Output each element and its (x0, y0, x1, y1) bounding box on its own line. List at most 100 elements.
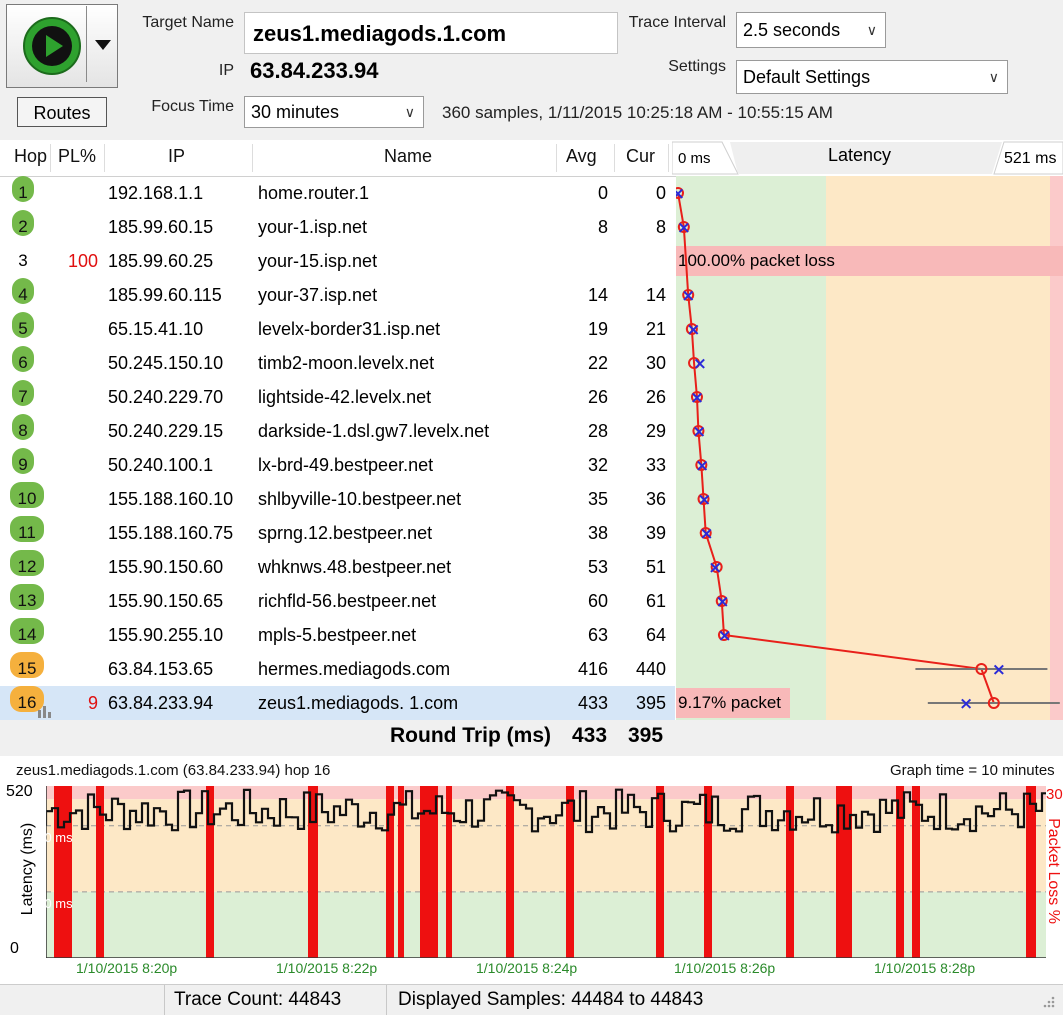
packet-loss-spike (1026, 786, 1036, 958)
table-row[interactable]: 10 155.188.160.10 shlbyville-10.bestpeer.n… (0, 482, 675, 516)
settings-select[interactable]: Default Settings ∨ (736, 60, 1008, 94)
header-ip[interactable]: IP (168, 140, 185, 176)
ip-cell: 185.99.60.25 (108, 251, 214, 271)
avg-cell: 38 (587, 523, 608, 543)
x-axis-tick-label: 1/10/2015 8:22p (276, 960, 378, 976)
settings-label: Settings (668, 58, 726, 75)
focus-time-select[interactable]: 30 minutes ∨ (244, 96, 424, 128)
history-graph-title: zeus1.mediagods.1.com (63.84.233.94) hop… (16, 762, 331, 779)
cur-latency-marker[interactable]: × (699, 524, 713, 544)
ip-cell: 155.188.160.10 (108, 489, 234, 509)
cur-cell: 21 (645, 319, 666, 339)
graph-time-label[interactable]: Graph time = 10 minutes (890, 762, 1055, 779)
trace-count: Trace Count: 44843 (174, 989, 342, 1010)
avg-cell: 53 (587, 557, 608, 577)
cur-latency-marker[interactable]: × (715, 592, 729, 612)
cur-latency-marker[interactable]: × (959, 694, 973, 714)
hop-badge: 8 (12, 414, 34, 440)
cur-latency-marker[interactable]: × (690, 388, 704, 408)
trace-interval-select[interactable]: 2.5 seconds ∨ (736, 12, 886, 48)
packet-loss-spike (386, 786, 394, 958)
avg-cell: 28 (587, 421, 608, 441)
x-axis-tick-label: 1/10/2015 8:20p (76, 960, 178, 976)
header-hop[interactable]: Hop (14, 140, 47, 176)
table-row[interactable]: 16 9 63.84.233.94 zeus1.mediagods. 1.com 433… (0, 686, 675, 720)
cur-cell: 8 (655, 217, 666, 237)
packet-loss-cell: 9 (87, 693, 98, 713)
hostname-cell: richfld-56.bestpeer.net (258, 591, 437, 611)
header-name[interactable]: Name (384, 140, 432, 176)
hostname-cell: lightside-42.levelx.net (258, 387, 432, 407)
history-chart (46, 786, 1046, 958)
gridline-200-label: 200 ms (30, 896, 73, 911)
table-row[interactable]: 14 155.90.255.10 mpls-5.bestpeer.net 63 64 (0, 618, 675, 652)
target-name-field[interactable]: zeus1.mediagods.1.com (244, 12, 618, 54)
y-axis-bottom-tick: 0 (10, 940, 19, 957)
cur-cell: 61 (645, 591, 666, 611)
ip-cell: 63.84.233.94 (108, 693, 214, 713)
avg-cell: 60 (587, 591, 608, 611)
table-row[interactable]: 9 50.240.100.1 lx-brd-49.bestpeer.net 32 33 (0, 448, 675, 482)
hop-badge: 4 (12, 278, 34, 304)
header-cur[interactable]: Cur (626, 140, 655, 176)
ip-cell: 185.99.60.115 (108, 285, 222, 305)
table-row[interactable]: 8 50.240.229.15 darkside-1.dsl.gw7.levelx.… (0, 414, 675, 448)
ip-cell: 50.245.150.10 (108, 353, 224, 373)
cur-latency-marker[interactable]: × (692, 422, 706, 442)
header-separator (252, 144, 253, 172)
packet-loss-cell: 100 (67, 251, 98, 271)
table-row[interactable]: 13 155.90.150.65 richfld-56.bestpeer.net 60… (0, 584, 675, 618)
packet-loss-spike (54, 786, 72, 958)
table-row[interactable]: 7 50.240.229.70 lightside-42.levelx.net 26 2… (0, 380, 675, 414)
samples-info: 360 samples, 1/11/2015 10:25:18 AM - 10:… (442, 103, 833, 122)
cur-latency-marker[interactable]: × (708, 558, 722, 578)
ip-cell: 155.90.150.65 (108, 591, 224, 611)
resize-grip-icon[interactable] (1040, 993, 1056, 1009)
play-dropdown-chevron-icon[interactable] (92, 38, 114, 58)
header-avg[interactable]: Avg (566, 140, 597, 176)
round-trip-bar: Round Trip (ms) 433 395 (0, 720, 1063, 756)
avg-cell: 35 (587, 489, 608, 509)
cur-latency-marker[interactable]: × (992, 660, 1006, 680)
cur-latency-marker[interactable]: × (695, 456, 709, 476)
cur-latency-marker[interactable]: × (697, 490, 711, 510)
cur-latency-marker[interactable]: × (677, 218, 691, 238)
hop-badge: 13 (10, 584, 44, 610)
cur-latency-marker[interactable]: × (718, 626, 732, 646)
table-row[interactable]: 3 100 185.99.60.25 your-15.isp.net (0, 244, 675, 278)
focus-time-value: 30 minutes (251, 102, 340, 122)
round-trip-avg: 433 (572, 724, 608, 747)
hostname-cell: your-37.isp.net (258, 285, 378, 305)
ip-cell: 155.188.160.75 (108, 523, 234, 543)
cur-cell: 29 (645, 421, 666, 441)
table-row[interactable]: 15 63.84.153.65 hermes.mediagods.com 416 440 (0, 652, 675, 686)
header-pl[interactable]: PL% (58, 140, 96, 176)
table-row[interactable]: 11 155.188.160.75 sprng.12.bestpeer.net 38 3… (0, 516, 675, 550)
status-bar: Trace Count: 44843 Displayed Samples: 44… (0, 984, 1063, 1015)
ip-cell: 155.90.150.60 (108, 557, 224, 577)
routes-button[interactable]: Routes (17, 97, 107, 127)
hostname-cell: darkside-1.dsl.gw7.levelx.net (258, 421, 490, 441)
cur-latency-marker[interactable]: × (681, 286, 695, 306)
avg-cell: 8 (597, 217, 608, 237)
x-axis-tick-label: 1/10/2015 8:28p (874, 960, 976, 976)
table-row[interactable]: 5 65.15.41.10 levelx-border31.isp.net 19 21 (0, 312, 675, 346)
round-trip-cur: 395 (628, 724, 664, 747)
cur-latency-marker[interactable]: × (693, 354, 707, 374)
cur-latency-marker[interactable]: × (686, 320, 700, 340)
ip-label: IP (218, 62, 234, 79)
table-row[interactable]: 1 192.168.1.1 home.router.1 0 0 (0, 176, 675, 210)
cur-cell: 36 (645, 489, 666, 509)
status-separator (386, 985, 387, 1015)
table-row[interactable]: 4 185.99.60.115 your-37.isp.net 14 14 (0, 278, 675, 312)
table-row[interactable]: 12 155.90.150.60 whknws.48.bestpeer.net 53 5… (0, 550, 675, 584)
header-separator (668, 144, 669, 172)
hop-badge: 2 (12, 210, 34, 236)
table-row[interactable]: 2 185.99.60.15 your-1.isp.net 8 8 (0, 210, 675, 244)
chevron-down-icon: ∨ (404, 104, 415, 120)
round-trip-label: Round Trip (ms) (390, 724, 551, 747)
x-axis-tick-label: 1/10/2015 8:26p (674, 960, 776, 976)
table-row[interactable]: 6 50.245.150.10 timb2-moon.levelx.net 22 30 (0, 346, 675, 380)
cur-latency-marker[interactable]: × (676, 184, 685, 204)
ip-cell: 155.90.255.10 (108, 625, 224, 645)
